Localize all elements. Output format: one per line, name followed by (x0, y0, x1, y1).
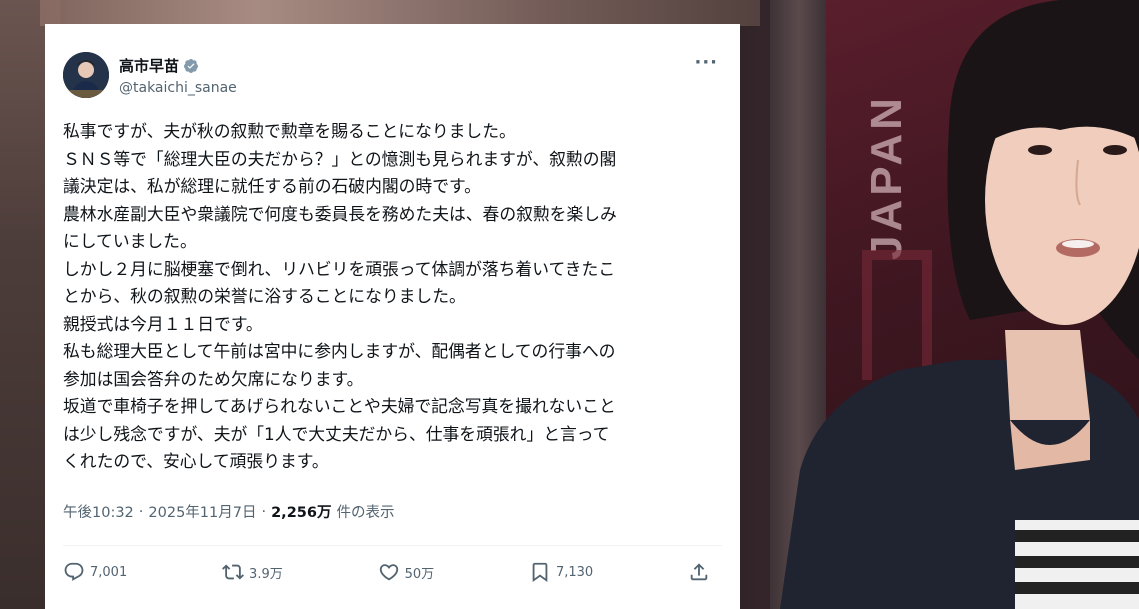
tweet-body-line: 親授式は今月１１日です。 (63, 313, 263, 334)
like-button[interactable]: 50万 (378, 561, 435, 583)
tweet-body-line: くれたので、安心して頑張ります。 (63, 451, 329, 471)
tweet-body-line: 坂道で車椅子を押してあげられないことや夫婦で記念写真を撮れないこと (63, 396, 616, 416)
like-count: 50万 (404, 566, 435, 582)
tweet-body-line: しかし２月に脳梗塞で倒れ、リハビリを頑張って体調が落ち着いてきたこ (63, 258, 616, 279)
meta-separator: · (138, 503, 144, 520)
repost-icon (222, 564, 244, 580)
tweet-body-line: 議決定は、私が総理に就任する前の石破内閣の時です。 (63, 176, 481, 196)
bookmark-count: 7,130 (555, 564, 594, 580)
action-bar: 7,001 3.9万 50万 7,130 (63, 559, 710, 585)
video-frame: JAPAN 高市早苗 @takaichi_sanae ··· 私事ですが、夫が秋… (0, 0, 1139, 609)
tweet-body-line: 参加は国会答弁のため欠席になります。 (63, 368, 364, 389)
background-top (40, 0, 760, 26)
tweet-meta: 午後10:32 · 2025年11月7日 · 2,256万 件の表示 (63, 501, 394, 522)
tweet-body-line: 私事ですが、夫が秋の叙勲で勲章を賜ることになりました。 (63, 121, 516, 141)
tweet-body-line: は少し残念ですが、夫が「1人で大丈夫だから、仕事を頑張れ」と言って (63, 423, 610, 444)
tweet-body-line: 農林水産副大臣や衆議院で何度も委員長を務めた夫は、春の叙勲を楽しみ (63, 203, 617, 224)
tweet-body-line: ＳＮＳ等で「総理大臣の夫だから？」との憶測も見られますが、叙勲の閣 (63, 148, 617, 169)
reply-icon (64, 562, 84, 581)
divider (63, 545, 722, 546)
tweet-date[interactable]: 2025年11月7日 (148, 501, 256, 522)
meta-separator: · (261, 503, 267, 520)
share-icon (690, 563, 708, 581)
avatar[interactable] (63, 52, 109, 98)
tweet-body-line: 私も総理大臣として午前は宮中に参内しますが、配偶者としての行事への (63, 341, 616, 361)
author-handle[interactable]: @takaichi_sanae (119, 80, 237, 96)
author-row: 高市早苗 (119, 55, 199, 76)
views-label: 件の表示 (336, 505, 395, 521)
bookmark-icon (532, 562, 548, 583)
tweet-time[interactable]: 午後10:32 (63, 501, 134, 522)
author-name[interactable]: 高市早苗 (119, 55, 179, 76)
bookmark-button[interactable]: 7,130 (529, 561, 593, 583)
tweet-body-line: にしていました。 (63, 231, 197, 251)
presenter-image (780, 0, 1139, 609)
more-options-icon[interactable]: ··· (694, 52, 718, 73)
verified-badge-icon (184, 58, 199, 73)
views-count: 2,256万 (271, 505, 332, 521)
tweet-body-line: とから、秋の叙勲の栄誉に浴することになりました。 (63, 286, 466, 306)
reply-button[interactable]: 7,001 (63, 561, 127, 583)
repost-count: 3.9万 (249, 566, 283, 582)
tweet-card: 高市早苗 @takaichi_sanae ··· 私事ですが、夫が秋の叙勲で勲章… (45, 24, 740, 609)
reply-count: 7,001 (90, 564, 128, 580)
heart-icon (379, 564, 398, 581)
repost-button[interactable]: 3.9万 (222, 561, 283, 583)
share-button[interactable] (688, 561, 710, 583)
tweet-body: 私事ですが、夫が秋の叙勲で勲章を賜ることになりました。 ＳＮＳ等で「総理大臣の夫… (63, 118, 723, 476)
